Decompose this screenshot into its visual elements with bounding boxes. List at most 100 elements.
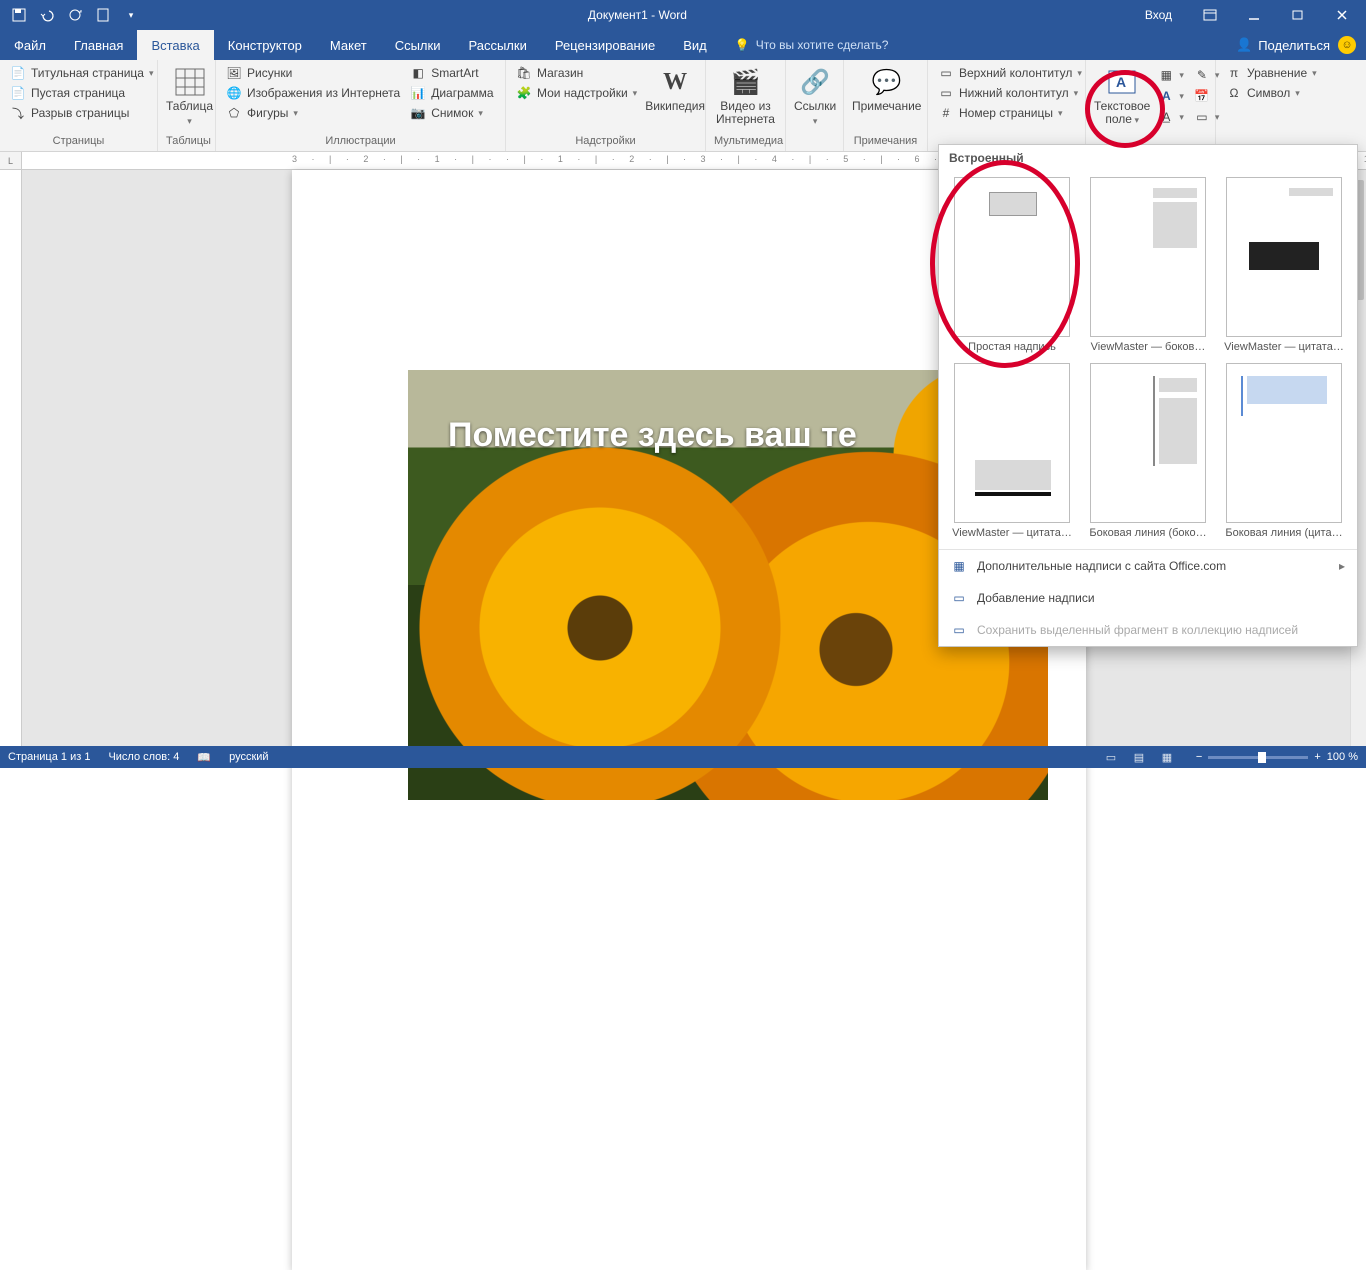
page-break-icon: ⤵ <box>10 105 26 121</box>
tab-review[interactable]: Рецензирование <box>541 30 669 60</box>
online-pictures-button[interactable]: 🌐Изображения из Интернета <box>224 84 402 102</box>
tab-view[interactable]: Вид <box>669 30 721 60</box>
online-pictures-icon: 🌐 <box>226 85 242 101</box>
store-icon: 🛍 <box>516 65 532 81</box>
gallery-item-sideline-sidebar[interactable]: Боковая линия (боко… <box>1087 363 1209 539</box>
minimize-button[interactable] <box>1234 0 1274 30</box>
qat-new[interactable] <box>90 2 116 28</box>
page-break-button[interactable]: ⤵Разрыв страницы <box>8 104 156 122</box>
blank-page-button[interactable]: 📄Пустая страница <box>8 84 156 102</box>
screenshot-icon: 📷 <box>410 105 426 121</box>
wikipedia-button[interactable]: W Википедия <box>645 64 705 113</box>
group-pages-label: Страницы <box>8 133 149 151</box>
drop-cap-button[interactable]: A̲ <box>1156 108 1186 126</box>
status-wordcount[interactable]: Число слов: 4 <box>108 751 179 763</box>
tab-home[interactable]: Главная <box>60 30 137 60</box>
tell-me-search[interactable]: 💡 Что вы хотите сделать? <box>721 30 889 60</box>
wordart-icon: A <box>1158 88 1174 104</box>
zoom-in-button[interactable]: + <box>1314 751 1320 763</box>
gallery-item-viewmaster-sidebar[interactable]: ViewMaster — боков… <box>1087 177 1209 353</box>
page-number-icon: # <box>938 105 954 121</box>
view-read-mode[interactable]: ▭ <box>1100 749 1122 765</box>
smartart-icon: ◧ <box>410 65 426 81</box>
status-page[interactable]: Страница 1 из 1 <box>8 751 90 763</box>
close-button[interactable] <box>1322 0 1362 30</box>
chart-button[interactable]: 📊Диаграмма <box>408 84 495 102</box>
tab-layout[interactable]: Макет <box>316 30 381 60</box>
feedback-icon[interactable]: ☺ <box>1338 36 1356 54</box>
screenshot-button[interactable]: 📷Снимок <box>408 104 495 122</box>
comment-button[interactable]: 💬 Примечание <box>852 64 921 113</box>
gallery-item-viewmaster-quote[interactable]: ViewMaster — цитата… <box>1223 177 1345 353</box>
links-button[interactable]: 🔗 Ссылки <box>794 64 836 128</box>
smartart-button[interactable]: ◧SmartArt <box>408 64 495 82</box>
object-icon: ▭ <box>1194 109 1210 125</box>
tab-mailings[interactable]: Рассылки <box>454 30 540 60</box>
drop-cap-icon: A̲ <box>1158 109 1174 125</box>
vertical-ruler[interactable] <box>0 170 22 746</box>
cover-page-button[interactable]: 📄Титульная страница <box>8 64 156 82</box>
ribbon-options-icon[interactable] <box>1190 0 1230 30</box>
quick-parts-icon: ▦ <box>1158 67 1174 83</box>
video-icon: 🎬 <box>730 66 762 98</box>
equation-button[interactable]: πУравнение <box>1224 64 1319 82</box>
qat-undo[interactable] <box>34 2 60 28</box>
table-button[interactable]: Таблица <box>166 64 213 128</box>
wikipedia-icon: W <box>659 66 691 98</box>
textbox-button[interactable]: A Текстовое поле <box>1094 64 1150 127</box>
share-label: Поделиться <box>1258 38 1330 53</box>
gallery-item-viewmaster-quote-2[interactable]: ViewMaster — цитата… <box>951 363 1073 539</box>
symbol-icon: Ω <box>1226 85 1242 101</box>
group-illustrations-label: Иллюстрации <box>224 133 497 151</box>
ruler-corner[interactable]: L <box>0 152 22 170</box>
gallery-more-office[interactable]: ▦ Дополнительные надписи с сайта Office.… <box>939 550 1357 582</box>
wordart-button[interactable]: A <box>1156 87 1186 105</box>
zoom-slider-thumb[interactable] <box>1258 752 1266 763</box>
group-comments-label: Примечания <box>852 133 919 151</box>
gallery-draw-textbox[interactable]: ▭ Добавление надписи <box>939 582 1357 614</box>
date-icon: 📅 <box>1194 88 1210 104</box>
tab-references[interactable]: Ссылки <box>381 30 455 60</box>
shapes-button[interactable]: ⬠Фигуры <box>224 104 402 122</box>
qat-save[interactable] <box>6 2 32 28</box>
equation-icon: π <box>1226 65 1242 81</box>
status-language[interactable]: русский <box>229 751 268 763</box>
symbol-button[interactable]: ΩСимвол <box>1224 84 1319 102</box>
view-web-layout[interactable]: ▦ <box>1156 749 1178 765</box>
tab-file[interactable]: Файл <box>0 30 60 60</box>
online-video-button[interactable]: 🎬 Видео из Интернета <box>714 64 777 126</box>
gallery-item-simple-textbox[interactable]: Простая надпись <box>951 177 1073 353</box>
maximize-button[interactable] <box>1278 0 1318 30</box>
qat-redo[interactable] <box>62 2 88 28</box>
sign-in[interactable]: Вход <box>1131 8 1186 22</box>
textbox-icon: A <box>1106 66 1138 98</box>
quick-parts-button[interactable]: ▦ <box>1156 66 1186 84</box>
group-addins-label: Надстройки <box>514 133 697 151</box>
link-icon: 🔗 <box>799 66 831 98</box>
shapes-icon: ⬠ <box>226 105 242 121</box>
zoom-level[interactable]: 100 % <box>1327 751 1358 763</box>
qat-customize[interactable]: ▾ <box>118 2 144 28</box>
cover-page-icon: 📄 <box>10 65 26 81</box>
pictures-icon: 🖼 <box>226 65 242 81</box>
tab-design[interactable]: Конструктор <box>214 30 316 60</box>
tell-me-placeholder: Что вы хотите сделать? <box>756 38 889 52</box>
store-button[interactable]: 🛍Магазин <box>514 64 639 82</box>
zoom-slider[interactable] <box>1208 756 1308 759</box>
footer-icon: ▭ <box>938 85 954 101</box>
submenu-arrow-icon: ▸ <box>1339 559 1345 573</box>
page-number-button[interactable]: #Номер страницы <box>936 104 1084 122</box>
view-print-layout[interactable]: ▤ <box>1128 749 1150 765</box>
pictures-button[interactable]: 🖼Рисунки <box>224 64 402 82</box>
window-title: Документ1 - Word <box>144 8 1131 22</box>
my-addins-button[interactable]: 🧩Мои надстройки <box>514 84 639 102</box>
table-icon <box>174 66 206 98</box>
tab-insert[interactable]: Вставка <box>137 30 213 60</box>
gallery-item-sideline-quote[interactable]: Боковая линия (цита… <box>1223 363 1345 539</box>
group-tables-label: Таблицы <box>166 133 207 151</box>
header-button[interactable]: ▭Верхний колонтитул <box>936 64 1084 82</box>
status-proofing-icon[interactable]: 📖 <box>197 751 211 764</box>
footer-button[interactable]: ▭Нижний колонтитул <box>936 84 1084 102</box>
zoom-out-button[interactable]: − <box>1196 751 1202 763</box>
share-button[interactable]: 👤 Поделиться <box>1236 37 1330 53</box>
